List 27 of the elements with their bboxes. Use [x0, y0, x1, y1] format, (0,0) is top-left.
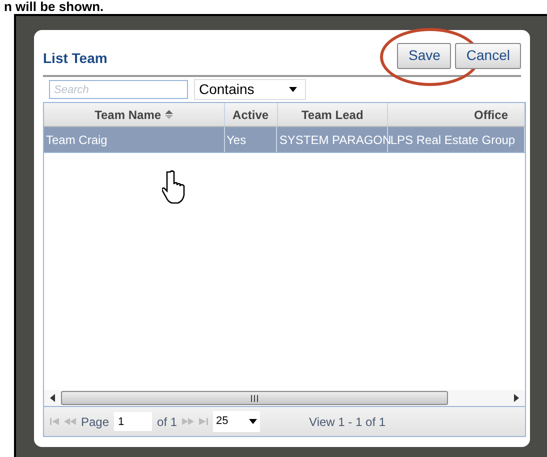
search-field[interactable]: Search — [49, 80, 188, 99]
first-page-icon[interactable] — [50, 418, 59, 425]
last-page-icon[interactable] — [199, 418, 208, 425]
page-size-dropdown[interactable]: 25 — [213, 411, 260, 432]
view-summary: View 1 - 1 of 1 — [309, 414, 386, 430]
grip-icon — [251, 394, 258, 402]
cancel-button[interactable]: Cancel — [455, 42, 521, 68]
caret-icon — [289, 87, 297, 92]
filter-dropdown[interactable]: Contains — [194, 79, 306, 100]
save-button[interactable]: Save — [397, 42, 452, 68]
page-label: Page — [81, 414, 110, 430]
page-count: of 1 — [157, 414, 178, 430]
column-header[interactable]: Team Lead — [278, 103, 388, 126]
page-field[interactable]: 1 — [114, 412, 152, 431]
column-header[interactable]: Office — [388, 103, 525, 126]
table-cell: Yes — [224, 127, 278, 152]
scroll-thumb[interactable] — [61, 391, 448, 405]
next-page-icon[interactable] — [182, 418, 194, 425]
page-heading: n will be shown. — [4, 0, 104, 14]
dialog-title: List Team — [43, 49, 108, 68]
column-header[interactable]: Active — [224, 103, 278, 126]
caret-icon — [249, 419, 258, 424]
horizontal-scrollbar[interactable] — [44, 390, 525, 406]
table-cell: Team Craig — [44, 127, 224, 152]
table-cell: SYSTEM PARAGON — [277, 127, 388, 152]
column-header[interactable]: Team Name — [44, 103, 225, 126]
previous-page-icon[interactable] — [64, 418, 76, 425]
